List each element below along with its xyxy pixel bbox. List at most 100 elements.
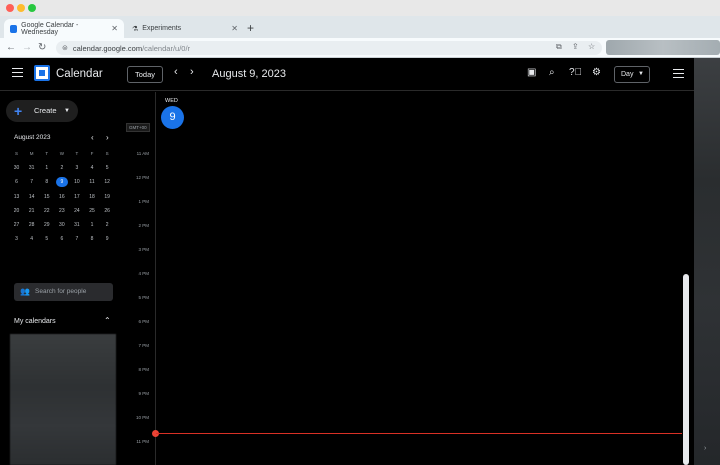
mini-calendar-day[interactable]: 7	[24, 175, 39, 189]
day-weekday-label: WED	[165, 98, 178, 104]
next-day-icon[interactable]: ›	[190, 66, 194, 78]
mini-calendar-day[interactable]: 6	[9, 175, 24, 189]
mini-calendar-day[interactable]: 21	[24, 204, 39, 218]
view-select-dropdown[interactable]: Day ▼	[614, 66, 650, 83]
previous-day-icon[interactable]: ‹	[174, 66, 178, 78]
mini-calendar-day[interactable]: 7	[69, 232, 84, 246]
site-info-icon[interactable]: ⊜	[62, 44, 68, 52]
mini-calendar-day[interactable]: 6	[54, 232, 69, 246]
app-title: Calendar	[56, 68, 103, 80]
mini-calendar-day[interactable]: 28	[24, 218, 39, 232]
current-time-line	[156, 433, 682, 434]
mini-calendar-day[interactable]: 12	[100, 175, 115, 189]
weekday-header: S	[15, 151, 19, 156]
mini-calendar-day[interactable]: 11	[84, 175, 99, 189]
browser-tab-experiments[interactable]: ⚗ Experiments ✕	[126, 19, 244, 38]
new-tab-button[interactable]: +	[247, 19, 254, 37]
mini-calendar-day[interactable]: 3	[9, 232, 24, 246]
help-icon[interactable]: ?⃝	[569, 67, 582, 79]
mini-calendar-day[interactable]: 9	[54, 175, 69, 189]
dropdown-caret-icon: ▼	[64, 108, 70, 114]
mini-calendar-day[interactable]: 20	[9, 204, 24, 218]
weekday-header: F	[90, 151, 94, 156]
mini-calendar-day[interactable]: 18	[84, 190, 99, 204]
today-button[interactable]: Today	[127, 66, 164, 83]
day-number-badge[interactable]: 9	[161, 106, 184, 129]
settings-gear-icon[interactable]: ⚙	[592, 67, 601, 79]
hour-label: 3 PM	[138, 247, 149, 252]
mini-calendar-day[interactable]: 23	[54, 204, 69, 218]
browser-tab-calendar[interactable]: Google Calendar - Wednesday ✕	[4, 19, 124, 38]
install-app-icon[interactable]: ⧉	[556, 42, 562, 52]
window-titlebar	[0, 0, 720, 16]
search-people-input[interactable]: 👥 Search for people	[14, 283, 113, 301]
plus-icon: +	[14, 103, 23, 119]
apps-menu-icon[interactable]	[673, 69, 684, 79]
tab-title: Google Calendar - Wednesday	[21, 21, 79, 36]
mini-calendar-day[interactable]: 26	[100, 204, 115, 218]
mini-calendar-day[interactable]: 31	[69, 218, 84, 232]
search-icon[interactable]: ⌕	[549, 67, 555, 79]
main-menu-icon[interactable]	[12, 68, 23, 78]
chevron-up-icon[interactable]: ⌃	[104, 316, 111, 325]
hour-label: 7 PM	[138, 343, 149, 348]
mini-calendar-day[interactable]: 30	[54, 218, 69, 232]
tasks-panel-icon[interactable]: ▣	[527, 67, 536, 79]
mini-calendar-day[interactable]: 31	[24, 161, 39, 175]
address-bar[interactable]: ⊜ calendar.google.com/calendar/u/0/r ⧉ ⇪…	[56, 41, 602, 55]
hour-label: 12 PM	[135, 175, 149, 180]
bookmark-star-icon[interactable]: ☆	[588, 42, 595, 51]
weekday-header: S	[105, 151, 109, 156]
mini-prev-month-icon[interactable]: ‹	[91, 133, 94, 142]
mini-calendar-day[interactable]: 5	[100, 161, 115, 175]
create-button[interactable]: + Create ▼	[6, 100, 78, 122]
mini-calendar-day[interactable]: 4	[84, 161, 99, 175]
mini-calendar-day[interactable]: 2	[100, 218, 115, 232]
share-icon[interactable]: ⇪	[572, 42, 579, 51]
forward-arrow-icon[interactable]: →	[22, 41, 32, 55]
zoom-window-button[interactable]	[28, 4, 36, 12]
view-select-value: Day	[621, 71, 634, 78]
mini-calendar-day[interactable]: 24	[69, 204, 84, 218]
mini-calendar-day[interactable]: 1	[84, 218, 99, 232]
mini-calendar-day[interactable]: 8	[84, 232, 99, 246]
mini-calendar-day[interactable]: 15	[39, 190, 54, 204]
mini-calendar-day[interactable]: 3	[69, 161, 84, 175]
mini-calendar-day[interactable]: 19	[100, 190, 115, 204]
mini-calendar-day[interactable]: 5	[39, 232, 54, 246]
url-path: /calendar/u/0/r	[142, 43, 191, 53]
expand-panel-icon[interactable]: ›	[704, 445, 706, 452]
mini-calendar-day[interactable]: 1	[39, 161, 54, 175]
weekday-header: T	[45, 151, 49, 156]
mini-calendar-day[interactable]: 27	[9, 218, 24, 232]
scrollbar[interactable]	[683, 274, 689, 465]
mini-calendar-month: August 2023	[14, 134, 51, 141]
mini-calendar-day[interactable]: 8	[39, 175, 54, 189]
minimize-window-button[interactable]	[17, 4, 25, 12]
mini-calendar-day[interactable]: 30	[9, 161, 24, 175]
mini-calendar-day[interactable]: 10	[69, 175, 84, 189]
hour-label: 1 PM	[138, 199, 149, 204]
calendar-app: Calendar Today ‹ › August 9, 2023 ▣ ⌕ ?⃝…	[0, 58, 720, 465]
mini-calendar-day[interactable]: 14	[24, 190, 39, 204]
close-tab-icon[interactable]: ✕	[231, 24, 238, 33]
mini-calendar-day[interactable]: 17	[69, 190, 84, 204]
mini-calendar-day[interactable]: 4	[24, 232, 39, 246]
hour-label: 6 PM	[138, 319, 149, 324]
mini-calendar-day[interactable]: 29	[39, 218, 54, 232]
mini-calendar-day[interactable]: 9	[100, 232, 115, 246]
close-tab-icon[interactable]: ✕	[111, 24, 118, 33]
mini-calendar-day[interactable]: 16	[54, 190, 69, 204]
side-panel-strip	[694, 58, 720, 465]
reload-icon[interactable]: ↻	[38, 41, 46, 55]
mini-calendar-day[interactable]: 22	[39, 204, 54, 218]
back-arrow-icon[interactable]: ←	[6, 41, 16, 55]
weekday-header: W	[59, 151, 64, 156]
close-window-button[interactable]	[6, 4, 14, 12]
mini-calendar-day[interactable]: 13	[9, 190, 24, 204]
mini-calendar-day[interactable]: 25	[84, 204, 99, 218]
browser-tabstrip: Google Calendar - Wednesday ✕ ⚗ Experime…	[0, 16, 720, 38]
mini-calendar-day[interactable]: 2	[54, 161, 69, 175]
mini-next-month-icon[interactable]: ›	[106, 133, 109, 142]
my-calendars-heading[interactable]: My calendars	[14, 318, 56, 325]
